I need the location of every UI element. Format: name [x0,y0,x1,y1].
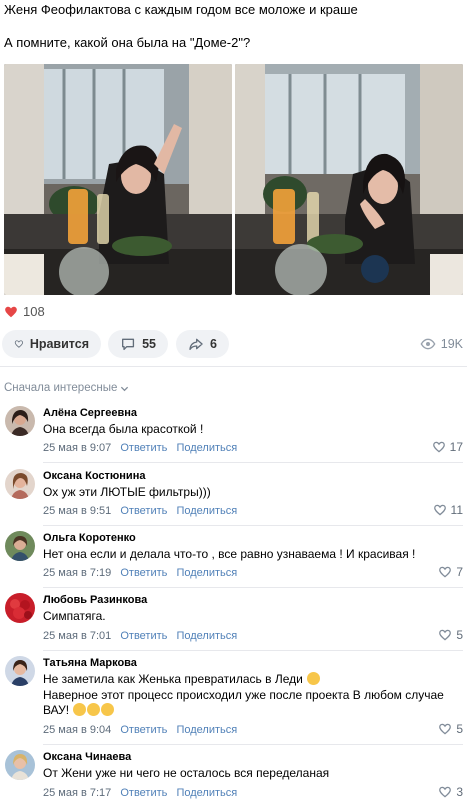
comment-text: Она всегда была красоткой ! [43,422,204,436]
post-actions: Нравится 55 6 19K [0,330,467,358]
post-likes-summary[interactable]: 108 [4,304,45,319]
comment-like-button[interactable]: 7 [438,565,463,579]
raised-hands-emoji-icon [87,703,101,716]
comment-like-count: 7 [456,565,463,579]
share-link[interactable]: Поделиться [176,505,237,517]
reply-link[interactable]: Ответить [120,442,167,454]
comment-like-button[interactable]: 3 [438,785,463,799]
comment-meta: 25 мая в 7:19 Ответить Поделиться [43,567,237,579]
likes-count: 108 [23,304,45,319]
thumbs-up-emoji-icon [101,703,115,716]
comment-item: Любовь Разинкова Симпатяга. 25 мая в 7:0… [0,588,467,651]
comment-like-count: 3 [456,785,463,799]
comment-author[interactable]: Любовь Разинкова [43,594,147,606]
avatar[interactable] [5,531,35,561]
divider [0,366,467,367]
heart-filled-icon [5,306,17,317]
reply-link[interactable]: Ответить [120,567,167,579]
comment-item: Ольга Коротенко Нет она если и делала чт… [0,526,467,588]
reply-link[interactable]: Ответить [120,505,167,517]
like-button[interactable]: Нравится [2,330,101,358]
heart-outline-icon [14,340,23,348]
comment-item: Татьяна Маркова Не заметила как Женька п… [0,651,467,745]
post-text: Женя Феофилактова с каждым годом все мол… [4,2,464,51]
comment-text: Не заметила как Женька превратилась в Ле… [43,672,453,719]
comment-author[interactable]: Ольга Коротенко [43,532,136,544]
avatar[interactable] [5,656,35,686]
views-counter: 19K [420,336,463,352]
comment-like-count: 17 [449,440,463,454]
share-icon [189,338,203,351]
comment-like-count: 5 [456,722,463,736]
heart-outline-icon [439,629,452,641]
comment-date[interactable]: 25 мая в 9:51 [43,505,111,517]
comment-text: Нет она если и делала что-то , все равно… [43,547,416,561]
comment-meta: 25 мая в 9:51 Ответить Поделиться [43,505,237,517]
comment-author[interactable]: Алёна Сергеевна [43,407,137,419]
post-photo-2[interactable] [235,64,463,295]
avatar[interactable] [5,593,35,623]
reply-link[interactable]: Ответить [120,630,167,642]
shares-count: 6 [210,337,217,351]
comment-item: Алёна Сергеевна Она всегда была красотко… [0,401,467,464]
comment-date[interactable]: 25 мая в 9:04 [43,724,111,736]
comment-meta: 25 мая в 7:17 Ответить Поделиться [43,787,237,799]
eye-icon [420,338,436,350]
post-photo-1[interactable] [4,64,232,295]
ok-hand-emoji-icon [73,703,87,716]
comment-meta: 25 мая в 9:07 Ответить Поделиться [43,442,237,454]
comment-item: Оксана Чинаева От Жени уже ни чего не ос… [0,745,467,805]
avatar[interactable] [5,750,35,780]
comment-date[interactable]: 25 мая в 9:07 [43,442,111,454]
comments-sort-dropdown[interactable]: Сначала интересные [4,382,129,394]
comment-meta: 25 мая в 7:01 Ответить Поделиться [43,630,237,642]
share-link[interactable]: Поделиться [176,442,237,454]
comment-date[interactable]: 25 мая в 7:17 [43,787,111,799]
comment-meta: 25 мая в 9:04 Ответить Поделиться [43,724,237,736]
heart-outline-icon [433,504,446,516]
views-count: 19K [440,337,463,351]
comment-date[interactable]: 25 мая в 7:19 [43,567,111,579]
share-link[interactable]: Поделиться [176,630,237,642]
share-link[interactable]: Поделиться [176,567,237,579]
comment-like-button[interactable]: 17 [432,440,463,454]
heart-outline-icon [432,441,445,453]
comment-date[interactable]: 25 мая в 7:01 [43,630,111,642]
heart-outline-icon [439,723,452,735]
comment-like-count: 5 [456,628,463,642]
post-text-line-1: Женя Феофилактова с каждым годом все мол… [4,2,358,17]
comments-button[interactable]: 55 [108,330,168,358]
comment-item: Оксана Костюнина Ох уж эти ЛЮТЫЕ фильтры… [0,464,467,526]
sort-label: Сначала интересные [4,382,118,394]
heart-outline-icon [439,566,452,578]
comment-author[interactable]: Татьяна Маркова [43,657,137,669]
share-link[interactable]: Поделиться [176,787,237,799]
share-button[interactable]: 6 [176,330,229,358]
comment-text-line-1: Не заметила как Женька превратилась в Ле… [43,672,303,686]
comment-author[interactable]: Оксана Костюнина [43,470,145,482]
comment-text: Симпатяга. [43,609,106,623]
comment-like-button[interactable]: 5 [438,628,463,642]
comment-like-count: 11 [450,503,463,517]
reply-link[interactable]: Ответить [120,787,167,799]
avatar[interactable] [5,406,35,436]
share-link[interactable]: Поделиться [176,724,237,736]
comment-divider [43,462,463,463]
ok-hand-emoji-icon [307,672,321,685]
comment-icon [122,338,135,351]
like-button-label: Нравится [29,337,89,351]
avatar[interactable] [5,469,35,499]
post-text-line-2: А помните, какой она была на "Доме-2"? [4,35,251,50]
comment-like-button[interactable]: 11 [433,503,463,517]
post-photos [4,64,463,295]
comments-count: 55 [142,337,156,351]
reply-link[interactable]: Ответить [120,724,167,736]
comment-like-button[interactable]: 5 [438,722,463,736]
comment-author[interactable]: Оксана Чинаева [43,751,131,763]
comment-text: Ох уж эти ЛЮТЫЕ фильтры))) [43,485,211,499]
chevron-down-icon [121,386,129,391]
heart-outline-icon [439,786,452,798]
comment-text: От Жени уже ни чего не осталось вся пере… [43,766,330,780]
